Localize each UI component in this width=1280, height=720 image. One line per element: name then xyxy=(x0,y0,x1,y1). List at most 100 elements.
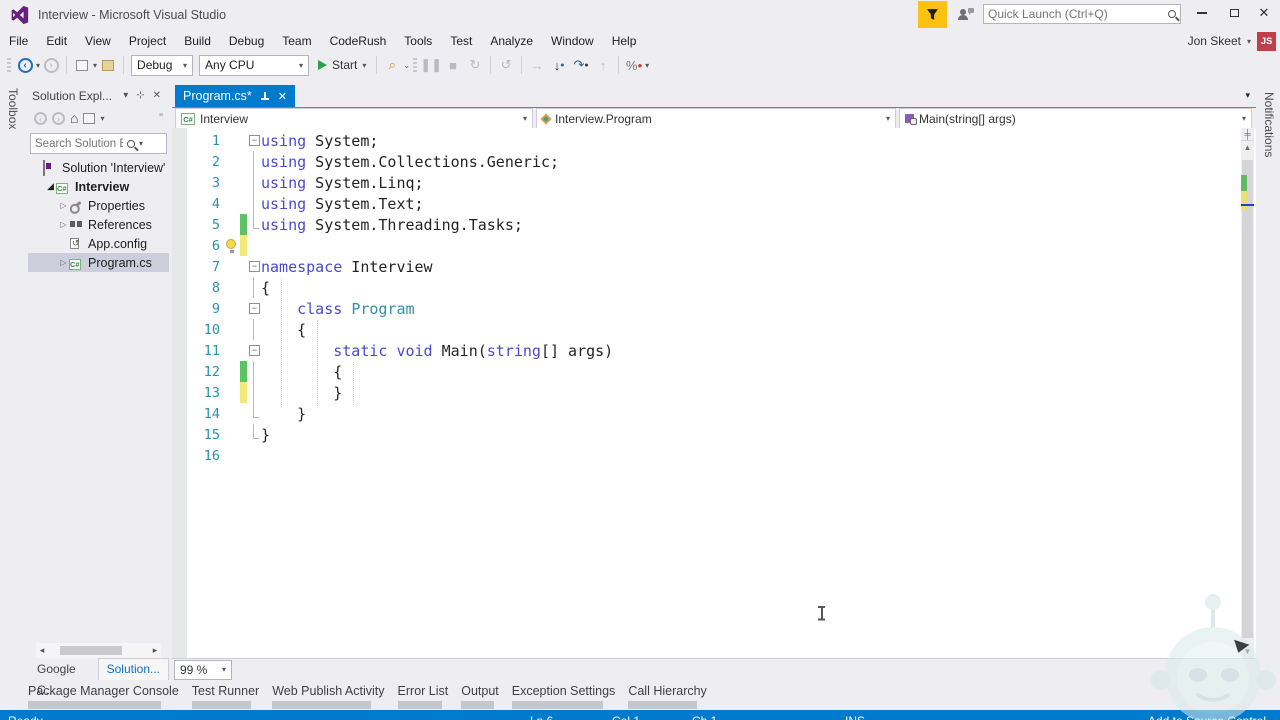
restore-button[interactable] xyxy=(1220,0,1248,26)
solution-search-input[interactable] xyxy=(35,138,123,150)
debug-visualizer-icon[interactable]: ⌕ xyxy=(381,54,403,76)
pin-icon[interactable]: ⊹ xyxy=(132,90,148,101)
tree-item-properties[interactable]: ▷Properties xyxy=(28,196,169,215)
panel-tab-googlec[interactable]: Google C... xyxy=(28,658,98,680)
bottom-tab-error-list[interactable]: Error List xyxy=(398,683,449,709)
vertical-scrollbar[interactable]: ╪ ▲ ▼ xyxy=(1241,128,1254,658)
code-line-7[interactable]: 7namespace Interview xyxy=(172,256,1256,277)
navigate-back-icon[interactable]: ‹ xyxy=(14,54,36,76)
toolbar-overflow-icon[interactable]: ” xyxy=(159,111,163,125)
collapse-all-caret-icon[interactable]: ▾ xyxy=(100,114,104,123)
menu-item-tools[interactable]: Tools xyxy=(395,30,441,52)
panel-tab-solution[interactable]: Solution... xyxy=(98,658,169,680)
scrollbar-thumb[interactable] xyxy=(60,646,122,655)
scrollbar-thumb[interactable] xyxy=(1242,160,1253,638)
code-line-13[interactable]: 13 } xyxy=(172,382,1256,403)
code-line-4[interactable]: 4using System.Text; xyxy=(172,193,1256,214)
menu-item-debug[interactable]: Debug xyxy=(220,30,273,52)
split-editor-handle[interactable]: ╪ xyxy=(1241,128,1254,141)
bottom-tab-output[interactable]: Output xyxy=(461,683,499,709)
code-line-5[interactable]: 5using System.Threading.Tasks; xyxy=(172,214,1256,235)
feedback-icon[interactable] xyxy=(953,3,979,25)
menu-item-window[interactable]: Window xyxy=(542,30,603,52)
new-project-icon[interactable] xyxy=(71,54,93,76)
notifications-tab[interactable]: Notifications xyxy=(1262,92,1276,157)
project-dropdown[interactable]: C# Interview▾ xyxy=(175,108,533,129)
menu-item-team[interactable]: Team xyxy=(273,30,320,52)
quick-launch-input[interactable] xyxy=(988,7,1168,21)
code-line-16[interactable]: 16 xyxy=(172,445,1256,466)
solution-search-box[interactable]: ▾ xyxy=(30,133,167,154)
pin-icon[interactable] xyxy=(260,91,270,101)
user-area[interactable]: Jon Skeet ▾ JS xyxy=(1188,30,1276,52)
tree-item-solution-interview[interactable]: Solution 'Interview' xyxy=(28,158,169,177)
scroll-left-icon[interactable]: ◂ xyxy=(36,645,48,656)
menu-item-project[interactable]: Project xyxy=(120,30,175,52)
code-editor[interactable]: 1using System;2using System.Collections.… xyxy=(172,128,1256,658)
solution-platform-select[interactable]: Any CPU▾ xyxy=(199,55,309,76)
home-icon[interactable]: ⌂ xyxy=(70,110,78,126)
code-line-8[interactable]: 8{ xyxy=(172,277,1256,298)
code-line-3[interactable]: 3using System.Linq; xyxy=(172,172,1256,193)
menu-item-build[interactable]: Build xyxy=(175,30,220,52)
menu-item-help[interactable]: Help xyxy=(603,30,646,52)
tree-item-app-config[interactable]: App.config xyxy=(28,234,169,253)
expander-collapsed-icon[interactable]: ▷ xyxy=(58,201,69,210)
close-button[interactable]: ✕ xyxy=(1250,0,1278,26)
avatar[interactable]: JS xyxy=(1257,32,1276,51)
expander-collapsed-icon[interactable]: ▷ xyxy=(58,258,69,267)
step-into-icon[interactable]: ↓● xyxy=(548,54,570,76)
expander-expanded-icon[interactable]: ◢ xyxy=(45,181,56,192)
outline-collapse-icon[interactable] xyxy=(247,130,261,151)
document-tab-program-cs[interactable]: Program.cs* ✕ xyxy=(175,85,295,107)
bottom-tab-web-publish-activity[interactable]: Web Publish Activity xyxy=(272,683,384,709)
collapse-all-icon[interactable] xyxy=(83,113,95,124)
bottom-tab-test-runner[interactable]: Test Runner xyxy=(192,683,259,709)
close-panel-icon[interactable]: ✕ xyxy=(149,90,165,101)
toolbox-tab[interactable]: Toolbox xyxy=(6,88,20,129)
scroll-right-icon[interactable]: ▸ xyxy=(149,645,161,656)
code-line-11[interactable]: 11 static void Main(string[] args) xyxy=(172,340,1256,361)
open-file-icon[interactable] xyxy=(97,54,119,76)
code-line-15[interactable]: 15} xyxy=(172,424,1256,445)
solution-explorer-title-bar[interactable]: Solution Expl... ▾ ⊹ ✕ xyxy=(28,85,169,106)
code-line-14[interactable]: 14 } xyxy=(172,403,1256,424)
debug-visualizer-caret-icon[interactable]: ⌄ xyxy=(403,61,410,70)
scroll-up-icon[interactable]: ▲ xyxy=(1241,143,1254,152)
panel-menu-caret-icon[interactable]: ▾ xyxy=(119,90,132,101)
user-name[interactable]: Jon Skeet xyxy=(1188,34,1241,48)
outline-collapse-icon[interactable] xyxy=(247,340,261,361)
outline-collapse-icon[interactable] xyxy=(247,256,261,277)
tree-item-interview[interactable]: ◢C#Interview xyxy=(28,177,169,196)
menu-item-view[interactable]: View xyxy=(76,30,120,52)
toolbar-overflow-caret-icon[interactable]: ▾ xyxy=(645,61,649,70)
zoom-level-select[interactable]: 99 %▾ xyxy=(174,660,232,680)
quick-launch-box[interactable] xyxy=(983,4,1181,24)
lightbulb-icon[interactable] xyxy=(226,239,236,249)
search-caret-icon[interactable]: ▾ xyxy=(139,139,143,148)
code-line-6[interactable]: 6 xyxy=(172,235,1256,256)
menu-item-test[interactable]: Test xyxy=(441,30,481,52)
outline-collapse-icon[interactable] xyxy=(247,298,261,319)
start-caret-icon[interactable]: ▾ xyxy=(362,61,366,70)
tree-item-program-cs[interactable]: ▷C#Program.cs xyxy=(28,253,169,272)
tree-item-references[interactable]: ▷References xyxy=(28,215,169,234)
step-over-icon[interactable]: ↷● xyxy=(570,54,592,76)
menu-item-edit[interactable]: Edit xyxy=(37,30,76,52)
type-dropdown[interactable]: Interview.Program▾ xyxy=(536,108,896,129)
document-list-caret-icon[interactable]: ▾ xyxy=(1245,90,1250,101)
menu-item-coderush[interactable]: CodeRush xyxy=(321,30,396,52)
minimize-button[interactable] xyxy=(1188,0,1216,26)
horizontal-scrollbar[interactable]: ◂ ▸ xyxy=(36,643,161,658)
code-line-10[interactable]: 10 { xyxy=(172,319,1256,340)
toolbar-grip[interactable] xyxy=(7,56,11,74)
code-line-9[interactable]: 9 class Program xyxy=(172,298,1256,319)
start-debug-button[interactable]: Start ▾ xyxy=(318,58,366,72)
bottom-tab-package-manager-console[interactable]: Package Manager Console xyxy=(28,683,179,709)
hex-display-icon[interactable]: %● xyxy=(623,54,645,76)
member-dropdown[interactable]: Main(string[] args)▾ xyxy=(899,108,1252,129)
close-tab-icon[interactable]: ✕ xyxy=(278,90,287,103)
filter-icon[interactable] xyxy=(918,1,947,28)
code-line-2[interactable]: 2using System.Collections.Generic; xyxy=(172,151,1256,172)
bottom-tab-call-hierarchy[interactable]: Call Hierarchy xyxy=(628,683,707,709)
